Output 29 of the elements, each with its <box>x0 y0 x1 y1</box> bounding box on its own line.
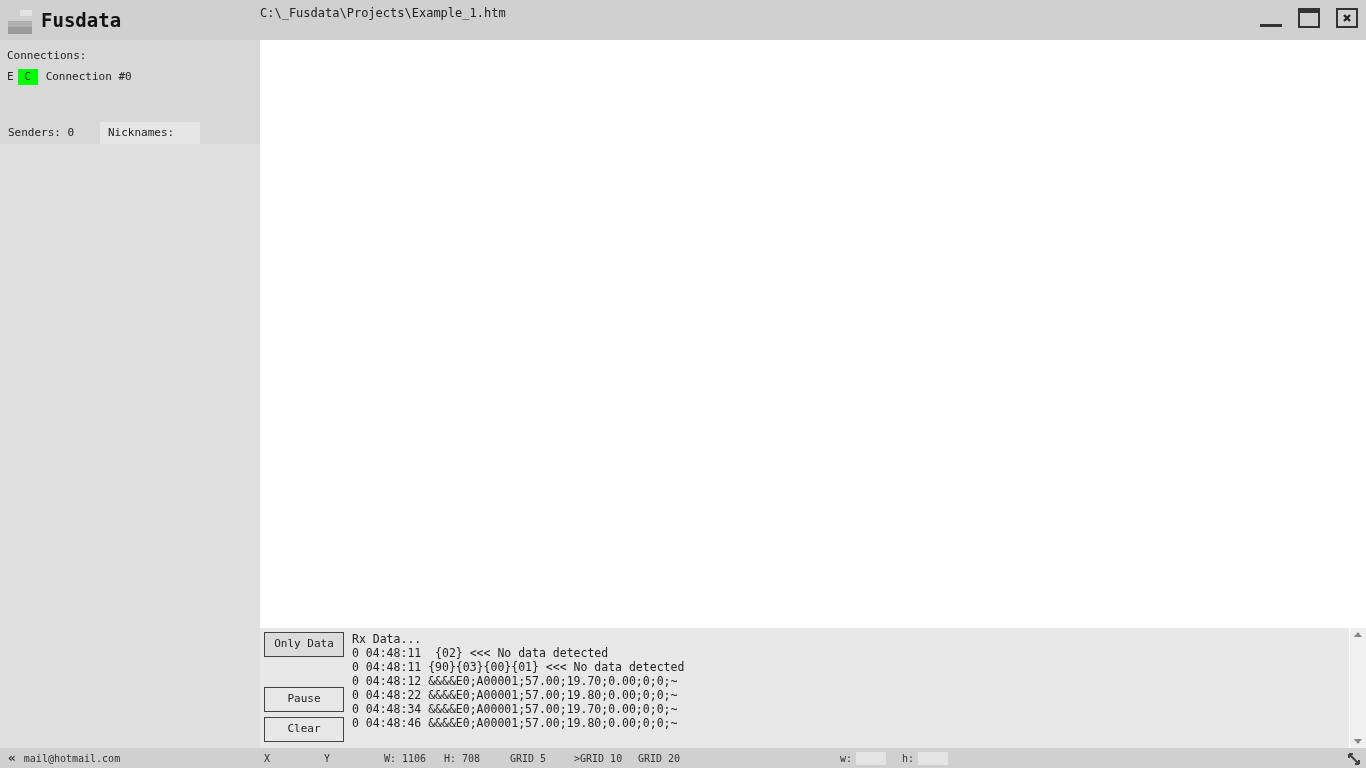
connection-status: C <box>17 68 38 85</box>
log-output: Rx Data... 0 04:48:11 {02} <<< No data detected 0 04:48:11 {90}{03}{00}{01} <<< No data detected 0 04:48:12 &&&&E0;A00001;57.00;19.70;0.00;0;0;~ 0 04:48:22 &&&&E0;A00001;57.00;19.80;0.00;0;0;~ 0 04:48:34 &&&&E0;A00001;57.00;19.70;0.00;0;0;~ 0 04:48:46 &&&&E0;A00001;57.00;19.80;0.00;0;0;~ <box>351 631 686 732</box>
nicknames-tab[interactable]: Nicknames: <box>100 122 200 144</box>
collapse-button[interactable]: « <box>8 748 16 768</box>
resize-icon[interactable] <box>1348 752 1360 765</box>
x-coordinate: X <box>263 751 272 766</box>
scroll-down-icon[interactable] <box>1354 739 1362 744</box>
file-path: C:\_Fusdata\Projects\Example_1.htm <box>260 5 506 22</box>
pause-button[interactable]: Pause <box>264 687 344 712</box>
scrollbar[interactable] <box>1349 628 1366 748</box>
maximize-icon[interactable] <box>1298 8 1320 28</box>
clear-button[interactable]: Clear <box>264 717 344 742</box>
scroll-up-icon[interactable] <box>1354 632 1362 637</box>
senders-count: Senders: 0 <box>7 124 76 141</box>
email-text: mail@hotmail.com <box>23 751 121 766</box>
grid-option[interactable]: >GRID 10 <box>574 750 638 766</box>
app-title: Fusdata <box>41 7 122 33</box>
close-icon[interactable] <box>1336 8 1358 28</box>
h-label: h: <box>901 751 914 766</box>
w-label: w: <box>839 751 852 766</box>
grid-option[interactable]: GRID 5 <box>510 750 574 766</box>
y-coordinate: Y <box>323 751 332 766</box>
connections-label: Connections: <box>7 48 88 64</box>
height-value: H: 708 <box>443 751 482 766</box>
connection-name[interactable]: Connection #0 <box>45 68 132 85</box>
grid-option[interactable]: GRID 20 <box>638 750 702 766</box>
only-data-button[interactable]: Only Data <box>264 632 344 657</box>
width-value: W: 1106 <box>383 751 428 766</box>
connection-prefix: E <box>7 68 14 85</box>
